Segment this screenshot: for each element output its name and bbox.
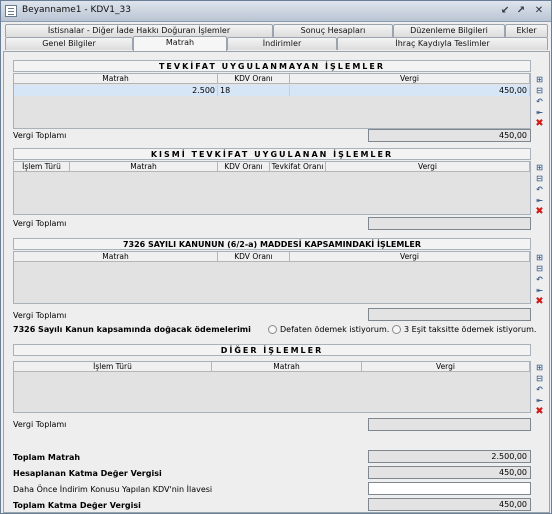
tab-ekler[interactable]: Ekler: [505, 24, 548, 37]
section3-total-label: Vergi Toplamı: [13, 311, 67, 320]
column-header-vergi[interactable]: Vergi: [290, 252, 530, 262]
radio-defaten[interactable]: [268, 325, 277, 334]
column-header-matrah[interactable]: Matrah: [14, 252, 218, 262]
import-icon[interactable]: ⇤: [534, 196, 545, 206]
section4-grid-header: İşlem Türü Matrah Vergi: [14, 362, 530, 372]
import-icon[interactable]: ⇤: [534, 286, 545, 296]
column-header-islem-turu[interactable]: İşlem Türü: [14, 362, 212, 372]
column-header-kdv-orani[interactable]: KDV Oranı: [218, 162, 270, 172]
matrah-panel: TEVKİFAT UYGULANMAYAN İŞLEMLER Matrah KD…: [3, 51, 550, 513]
column-header-kdv-orani[interactable]: KDV Oranı: [218, 74, 290, 84]
toplam-matrah-label: Toplam Matrah: [13, 453, 81, 462]
column-header-vergi[interactable]: Vergi: [326, 162, 530, 172]
tab-genel-bilgiler[interactable]: Genel Bilgiler: [5, 37, 133, 50]
column-header-tevkifat-orani[interactable]: Tevkifat Oranı: [270, 162, 326, 172]
tab-sonuc-hesaplari[interactable]: Sonuç Hesapları: [273, 24, 393, 37]
section2-grid[interactable]: İşlem Türü Matrah KDV Oranı Tevkifat Ora…: [13, 161, 531, 215]
add-row-icon[interactable]: ⊞: [534, 163, 545, 173]
section1-total-label: Vergi Toplamı: [13, 131, 67, 140]
remove-row-icon[interactable]: ⊟: [534, 264, 545, 274]
section4-grid[interactable]: İşlem Türü Matrah Vergi: [13, 361, 531, 413]
column-header-matrah[interactable]: Matrah: [212, 362, 362, 372]
window-title: Beyanname1 - KDV1_33: [22, 5, 131, 15]
title-bar: Beyanname1 - KDV1_33 ↙ ↗ ✕: [1, 1, 551, 22]
tab-duzenleme-bilgileri[interactable]: Düzenleme Bilgileri: [393, 24, 505, 37]
undo-icon[interactable]: ↶: [534, 275, 545, 285]
add-row-icon[interactable]: ⊞: [534, 363, 545, 373]
section1-grid[interactable]: Matrah KDV Oranı Vergi 2.500 18 450,00: [13, 73, 531, 129]
restore-icon[interactable]: ↗: [515, 5, 527, 17]
section3-grid[interactable]: Matrah KDV Oranı Vergi: [13, 251, 531, 304]
add-row-icon[interactable]: ⊞: [534, 75, 545, 85]
column-header-kdv-orani[interactable]: KDV Oranı: [218, 252, 290, 262]
undo-icon[interactable]: ↶: [534, 385, 545, 395]
toplam-kdv-field: 450,00: [368, 498, 531, 511]
column-header-vergi[interactable]: Vergi: [362, 362, 530, 372]
remove-row-icon[interactable]: ⊟: [534, 86, 545, 96]
column-header-matrah[interactable]: Matrah: [70, 162, 218, 172]
toplam-kdv-label: Toplam Katma Değer Vergisi: [13, 501, 141, 510]
column-header-islem-turu[interactable]: İşlem Türü: [14, 162, 70, 172]
section4-total-label: Vergi Toplamı: [13, 420, 67, 429]
remove-row-icon[interactable]: ⊟: [534, 174, 545, 184]
section3-total-field: [368, 308, 531, 321]
cell-vergi[interactable]: 450,00: [290, 85, 530, 96]
import-icon[interactable]: ⇤: [534, 396, 545, 406]
add-row-icon[interactable]: ⊞: [534, 253, 545, 263]
cell-matrah[interactable]: 2.500: [14, 85, 218, 96]
remove-row-icon[interactable]: ⊟: [534, 374, 545, 384]
delete-icon[interactable]: ✖: [534, 407, 545, 417]
kdv-ilavesi-input[interactable]: [368, 482, 531, 495]
section4-title: DİĞER İŞLEMLER: [13, 344, 531, 356]
section2-grid-buttons: ⊞ ⊟ ↶ ⇤ ✖: [534, 163, 546, 218]
section2-total-field: [368, 217, 531, 230]
undo-icon[interactable]: ↶: [534, 185, 545, 195]
radio-defaten-label[interactable]: Defaten ödemek istiyorum.: [280, 325, 389, 335]
toplam-matrah-field: 2.500,00: [368, 450, 531, 463]
application-window: Beyanname1 - KDV1_33 ↙ ↗ ✕ İstisnalar - …: [0, 0, 552, 514]
document-icon: [5, 5, 17, 17]
tab-matrah[interactable]: Matrah: [133, 36, 227, 51]
section3-title: 7326 SAYILI KANUNUN (6/2-a) MADDESİ KAPS…: [13, 238, 531, 250]
section2-title: KISMİ TEVKİFAT UYGULANAN İŞLEMLER: [13, 148, 531, 160]
column-header-matrah[interactable]: Matrah: [14, 74, 218, 84]
tab-bar: İstisnalar - Diğer İade Hakkı Doğuran İş…: [3, 23, 550, 51]
delete-icon[interactable]: ✖: [534, 119, 545, 129]
cell-kdv-orani[interactable]: 18: [218, 85, 290, 96]
section3-grid-buttons: ⊞ ⊟ ↶ ⇤ ✖: [534, 253, 546, 308]
section1-total-field: 450,00: [368, 129, 531, 142]
hesaplanan-kdv-field: 450,00: [368, 466, 531, 479]
close-icon[interactable]: ✕: [533, 5, 545, 17]
kdv-ilavesi-label: Daha Önce İndirim Konusu Yapılan KDV'nin…: [13, 485, 213, 494]
delete-icon[interactable]: ✖: [534, 297, 545, 307]
section2-total-label: Vergi Toplamı: [13, 219, 67, 228]
table-row[interactable]: 2.500 18 450,00: [14, 85, 530, 96]
hesaplanan-kdv-label: Hesaplanan Katma Değer Vergisi: [13, 469, 162, 478]
delete-icon[interactable]: ✖: [534, 207, 545, 217]
section1-grid-buttons: ⊞ ⊟ ↶ ⇤ ✖: [534, 75, 546, 130]
radio-taksit-label[interactable]: 3 Eşit taksitte ödemek istiyorum.: [404, 325, 536, 335]
undo-icon[interactable]: ↶: [534, 97, 545, 107]
import-icon[interactable]: ⇤: [534, 108, 545, 118]
radio-taksit[interactable]: [392, 325, 401, 334]
tab-indirimler[interactable]: İndirimler: [227, 37, 337, 50]
minimize-icon[interactable]: ↙: [499, 5, 511, 17]
section4-grid-buttons: ⊞ ⊟ ↶ ⇤ ✖: [534, 363, 546, 418]
column-header-vergi[interactable]: Vergi: [290, 74, 530, 84]
section2-grid-header: İşlem Türü Matrah KDV Oranı Tevkifat Ora…: [14, 162, 530, 172]
tab-ihrac-kaydiyla-teslimler[interactable]: İhraç Kaydıyla Teslimler: [337, 37, 548, 50]
section4-total-field: [368, 418, 531, 431]
section1-grid-header: Matrah KDV Oranı Vergi: [14, 74, 530, 84]
section3-grid-header: Matrah KDV Oranı Vergi: [14, 252, 530, 262]
section1-title: TEVKİFAT UYGULANMAYAN İŞLEMLER: [13, 60, 531, 72]
payment-label: 7326 Sayılı Kanun kapsamında doğacak öde…: [13, 325, 251, 334]
